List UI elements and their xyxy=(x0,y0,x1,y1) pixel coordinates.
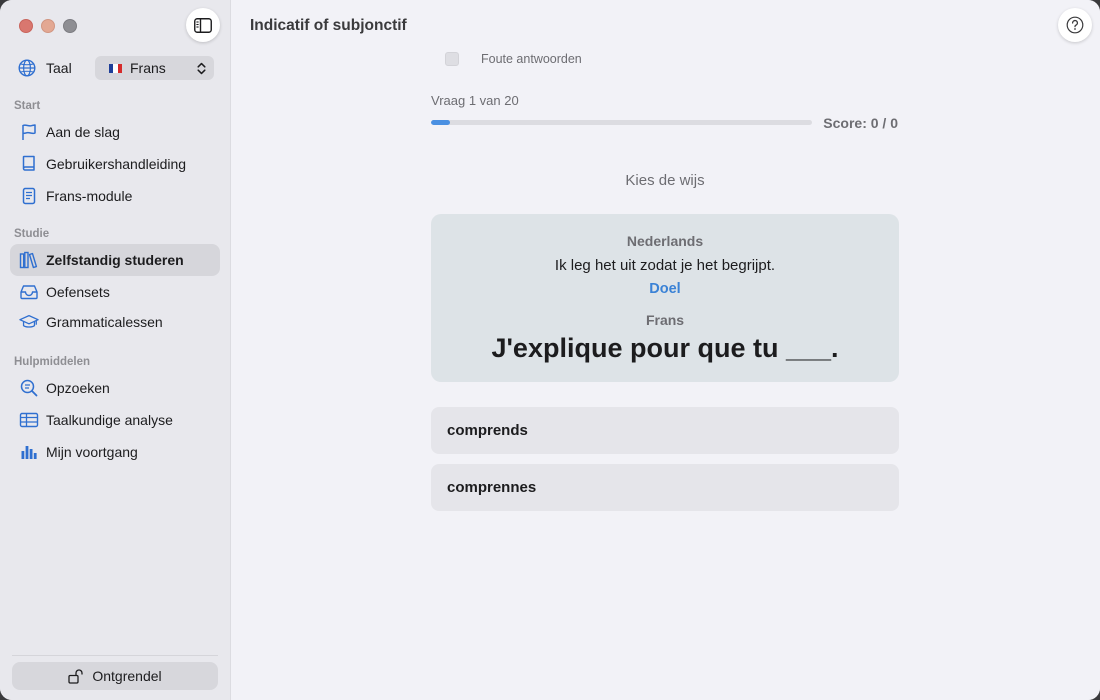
sidebar-item-oefensets[interactable]: Oefensets xyxy=(10,276,220,308)
wrong-answers-toggle[interactable]: Foute antwoorden xyxy=(445,52,582,66)
sidebar-item-mijn-voortgang[interactable]: Mijn voortgang xyxy=(10,436,220,468)
books-icon xyxy=(19,250,39,270)
source-language-label: Nederlands xyxy=(626,233,704,249)
page-title: Indicatif of subjonctif xyxy=(250,17,407,34)
answer-option[interactable]: comprends xyxy=(431,407,899,454)
maximize-window-button[interactable] xyxy=(63,19,77,33)
language-label: Taal xyxy=(46,60,72,76)
sidebar-item-label: Opzoeken xyxy=(46,380,110,396)
globe-icon xyxy=(18,59,36,77)
bar-chart-icon xyxy=(19,442,39,462)
sidebar-item-gebruikershandleiding[interactable]: Gebruikershandleiding xyxy=(10,148,220,180)
flag-icon xyxy=(19,122,39,142)
language-select[interactable]: Frans xyxy=(95,56,214,80)
close-window-button[interactable] xyxy=(19,19,33,33)
sidebar-item-label: Taalkundige analyse xyxy=(46,412,173,428)
progress-bar xyxy=(431,120,812,125)
app-window: Taal Frans Start Aan de slag Gebruikersh… xyxy=(0,0,1100,700)
minimize-window-button[interactable] xyxy=(41,19,55,33)
sidebar-item-taalkundige-analyse[interactable]: Taalkundige analyse xyxy=(10,404,220,436)
wrong-answers-label: Foute antwoorden xyxy=(481,52,582,66)
sidebar-icon xyxy=(194,17,212,33)
sidebar-item-zelfstandig-studeren[interactable]: Zelfstandig studeren xyxy=(10,244,220,276)
language-select-value: Frans xyxy=(130,60,166,76)
sidebar-item-aan-de-slag[interactable]: Aan de slag xyxy=(10,116,220,148)
section-title-studie: Studie xyxy=(14,228,50,240)
wrong-answers-checkbox[interactable] xyxy=(445,52,459,66)
progress-fill xyxy=(431,120,451,125)
score-label: Score: 0 / 0 xyxy=(823,115,898,131)
main-content: Indicatif of subjonctif Foute antwoorden… xyxy=(231,0,1100,700)
sidebar-item-label: Mijn voortgang xyxy=(46,444,138,460)
question-mark-icon xyxy=(1066,16,1084,34)
question-prompt: Kies de wijs xyxy=(625,172,705,189)
target-language-label: Frans xyxy=(645,312,685,328)
document-icon xyxy=(19,186,39,206)
magnifier-text-icon xyxy=(19,378,39,398)
sidebar-item-label: Zelfstandig studeren xyxy=(46,252,184,268)
answer-option-label: comprends xyxy=(447,422,528,439)
language-row: Taal Frans xyxy=(18,56,214,80)
answer-option[interactable]: comprennes xyxy=(431,464,899,511)
sidebar-divider xyxy=(12,655,218,656)
window-controls xyxy=(19,19,77,33)
chevron-up-down-icon xyxy=(197,62,206,74)
tray-icon xyxy=(19,282,39,302)
sidebar-item-label: Grammaticalessen xyxy=(46,314,163,330)
section-title-hulpmiddelen: Hulpmiddelen xyxy=(14,356,91,368)
sidebar-item-label: Oefensets xyxy=(46,284,110,300)
answer-option-label: comprennes xyxy=(447,479,537,496)
category-tag: Doel xyxy=(649,281,681,297)
graduation-cap-icon xyxy=(19,312,39,332)
sidebar-item-label: Frans-module xyxy=(46,188,133,204)
sidebar-item-label: Aan de slag xyxy=(46,124,120,140)
table-icon xyxy=(19,410,39,430)
sidebar-item-grammaticalessen[interactable]: Grammaticalessen xyxy=(10,306,220,338)
sidebar-item-opzoeken[interactable]: Opzoeken xyxy=(10,372,220,404)
target-sentence: J'explique pour que tu ___. xyxy=(491,333,839,363)
question-card: Nederlands Ik leg het uit zodat je het b… xyxy=(431,214,899,382)
sidebar-item-label: Gebruikershandleiding xyxy=(46,156,187,172)
source-sentence: Ik leg het uit zodat je het begrijpt. xyxy=(554,257,776,274)
lock-open-icon xyxy=(68,668,84,684)
help-button[interactable] xyxy=(1058,8,1092,42)
book-icon xyxy=(19,154,39,174)
section-title-start: Start xyxy=(14,100,41,112)
unlock-button-label: Ontgrendel xyxy=(92,668,162,684)
unlock-button[interactable]: Ontgrendel xyxy=(12,662,218,690)
french-flag-icon xyxy=(109,63,122,73)
sidebar-toggle-button[interactable] xyxy=(186,8,220,42)
sidebar: Taal Frans Start Aan de slag Gebruikersh… xyxy=(0,0,231,700)
sidebar-item-frans-module[interactable]: Frans-module xyxy=(10,180,220,212)
question-counter: Vraag 1 van 20 xyxy=(431,93,519,108)
